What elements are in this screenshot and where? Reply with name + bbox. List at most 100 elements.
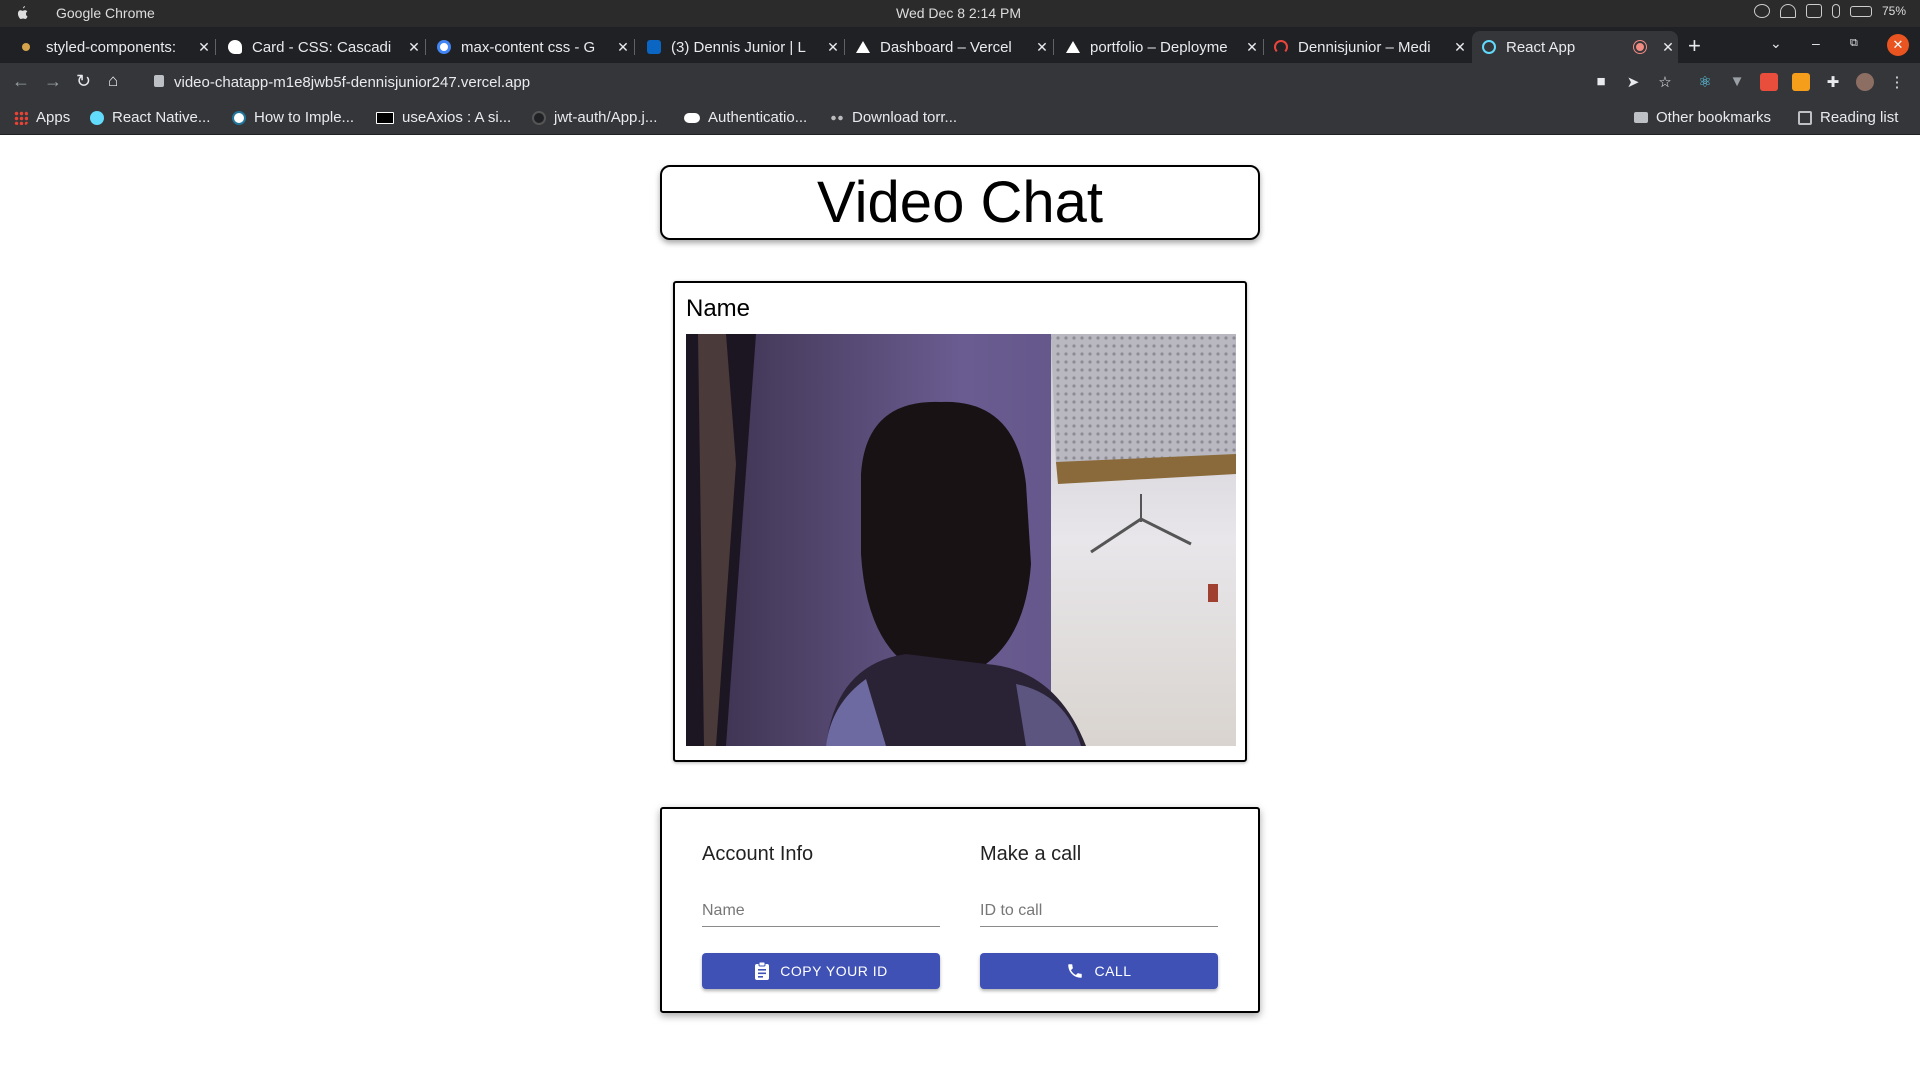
camera-in-use-icon[interactable]: ■ <box>1592 73 1610 91</box>
tab-linkedin[interactable]: (3) Dennis Junior | L ✕ <box>647 31 845 63</box>
status-area: 75% <box>1753 4 1906 18</box>
close-tab-icon[interactable]: ✕ <box>1242 39 1262 56</box>
extensions-puzzle-icon[interactable]: ✚ <box>1824 73 1842 91</box>
github-icon <box>532 110 546 125</box>
restore-window-icon[interactable]: ⧉ <box>1850 37 1858 50</box>
apple-icon[interactable] <box>14 5 30 21</box>
chrome-menu-icon[interactable]: ⋮ <box>1888 73 1906 91</box>
vercel-icon <box>1066 41 1080 53</box>
reading-list-label: Reading list <box>1820 109 1899 126</box>
bookmark-apps[interactable]: Apps <box>14 109 70 126</box>
accessibility-icon[interactable] <box>1753 4 1770 18</box>
browser-toolbar: ← → ↻ ⌂ video-chatapp-m1e8jwb5f-dennisju… <box>0 63 1920 101</box>
tab-title: Dennisjunior – Medi <box>1298 38 1431 56</box>
tab-medium[interactable]: Dennisjunior – Medi ✕ <box>1274 31 1470 63</box>
tab-separator <box>1263 39 1264 55</box>
bookmark-star-icon[interactable]: ☆ <box>1656 73 1674 91</box>
tab-styled-components[interactable]: styled-components: ✕ <box>18 31 216 63</box>
vue-devtools-icon[interactable]: ▼ <box>1728 73 1746 91</box>
account-info-section: Account Info COPY YOUR ID <box>702 843 940 989</box>
volume-icon[interactable] <box>1805 4 1822 18</box>
local-video[interactable] <box>686 334 1236 746</box>
microphone-icon[interactable] <box>1831 4 1840 18</box>
tab-react-app[interactable]: React App ✕ <box>1472 31 1678 63</box>
name-input[interactable] <box>702 897 940 925</box>
new-tab-button[interactable]: + <box>1688 33 1701 59</box>
battery-percent: 75% <box>1881 4 1906 18</box>
other-bookmarks[interactable]: Other bookmarks <box>1634 109 1771 126</box>
tab-max-content[interactable]: max-content css - G ✕ <box>437 31 635 63</box>
tab-separator <box>1053 39 1054 55</box>
close-tab-icon[interactable]: ✕ <box>1658 39 1678 56</box>
loading-icon <box>1274 40 1288 54</box>
tab-title: styled-components: <box>46 38 177 56</box>
close-window-button[interactable]: ✕ <box>1887 34 1909 56</box>
back-icon[interactable]: ← <box>12 71 30 92</box>
tab-card-css[interactable]: Card - CSS: Cascadi ✕ <box>228 31 426 63</box>
mdn-icon <box>228 40 242 54</box>
tab-separator <box>425 39 426 55</box>
make-call-heading: Make a call <box>980 843 1082 865</box>
other-bookmarks-label: Other bookmarks <box>1656 109 1772 126</box>
wordpress-icon <box>232 110 246 125</box>
reload-icon[interactable]: ↻ <box>76 71 91 92</box>
bookmark-react-native[interactable]: React Native... <box>90 109 210 126</box>
make-call-section: Make a call CALL <box>980 843 1218 989</box>
close-tab-icon[interactable]: ✕ <box>823 39 843 56</box>
tab-title: max-content css - G <box>461 38 596 56</box>
tab-title: Card - CSS: Cascadi <box>252 38 392 56</box>
call-label: CALL <box>1094 963 1132 979</box>
profile-avatar[interactable] <box>1856 73 1874 91</box>
close-tab-icon[interactable]: ✕ <box>613 39 633 56</box>
bookmark-jwt-auth[interactable]: jwt-auth/App.j... <box>532 109 657 126</box>
tab-title: React App <box>1506 38 1576 56</box>
app-header: Video Chat <box>660 165 1260 240</box>
reading-list[interactable]: Reading list <box>1798 109 1898 126</box>
address-url[interactable]: video-chatapp-m1e8jwb5f-dennisjunior247.… <box>174 74 530 91</box>
close-tab-icon[interactable]: ✕ <box>1032 39 1052 56</box>
eyes-icon <box>830 110 844 125</box>
close-tab-icon[interactable]: ✕ <box>1450 39 1470 56</box>
tab-search-icon[interactable]: ⌄ <box>1770 35 1782 52</box>
tab-vercel-dashboard[interactable]: Dashboard – Vercel ✕ <box>856 31 1054 63</box>
copy-id-button[interactable]: COPY YOUR ID <box>702 953 940 989</box>
bookmarks-bar: Apps React Native... How to Imple... use… <box>0 101 1920 135</box>
forward-icon[interactable]: → <box>44 71 62 92</box>
home-icon[interactable]: ⌂ <box>108 71 118 91</box>
close-tab-icon[interactable]: ✕ <box>194 39 214 56</box>
dev-icon <box>376 111 394 124</box>
close-tab-icon[interactable]: ✕ <box>404 39 424 56</box>
vercel-icon <box>856 41 870 53</box>
extension-orange-icon[interactable] <box>1792 73 1810 91</box>
bookmark-authentication[interactable]: Authenticatio... <box>684 109 807 126</box>
menubar-clock[interactable]: Wed Dec 8 2:14 PM <box>896 5 1021 21</box>
reading-list-icon <box>1798 110 1812 125</box>
battery-icon[interactable] <box>1849 5 1872 17</box>
tab-portfolio[interactable]: portfolio – Deployme ✕ <box>1066 31 1264 63</box>
extension-red-icon[interactable] <box>1760 73 1778 91</box>
page-title: Video Chat <box>817 170 1103 235</box>
wifi-icon[interactable] <box>1779 4 1796 18</box>
bookmark-how-to-implement[interactable]: How to Imple... <box>232 109 354 126</box>
bookmark-label: Authenticatio... <box>708 109 808 126</box>
react-devtools-icon[interactable]: ⚛ <box>1696 73 1714 91</box>
apps-grid-icon <box>14 110 28 125</box>
tab-strip: styled-components: ✕ Card - CSS: Cascadi… <box>0 27 1920 63</box>
address-bar[interactable]: video-chatapp-m1e8jwb5f-dennisjunior247.… <box>140 67 1578 97</box>
tab-separator <box>634 39 635 55</box>
minimize-window-icon[interactable]: – <box>1812 35 1820 51</box>
bookmark-label: useAxios : A si... <box>402 109 512 126</box>
id-to-call-input[interactable] <box>980 897 1218 925</box>
react-icon <box>1482 40 1496 54</box>
lock-icon[interactable] <box>154 75 164 87</box>
tab-separator <box>844 39 845 55</box>
active-app-name[interactable]: Google Chrome <box>56 5 155 21</box>
bookmark-download-torrent[interactable]: Download torr... <box>830 109 957 126</box>
bookmark-label: jwt-auth/App.j... <box>554 109 658 126</box>
bookmark-useaxios[interactable]: useAxios : A si... <box>376 109 511 126</box>
send-tab-icon[interactable]: ➤ <box>1624 73 1642 91</box>
phone-icon <box>1068 964 1083 978</box>
medium-icon <box>684 112 700 123</box>
account-info-heading: Account Info <box>702 843 814 865</box>
call-button[interactable]: CALL <box>980 953 1218 989</box>
